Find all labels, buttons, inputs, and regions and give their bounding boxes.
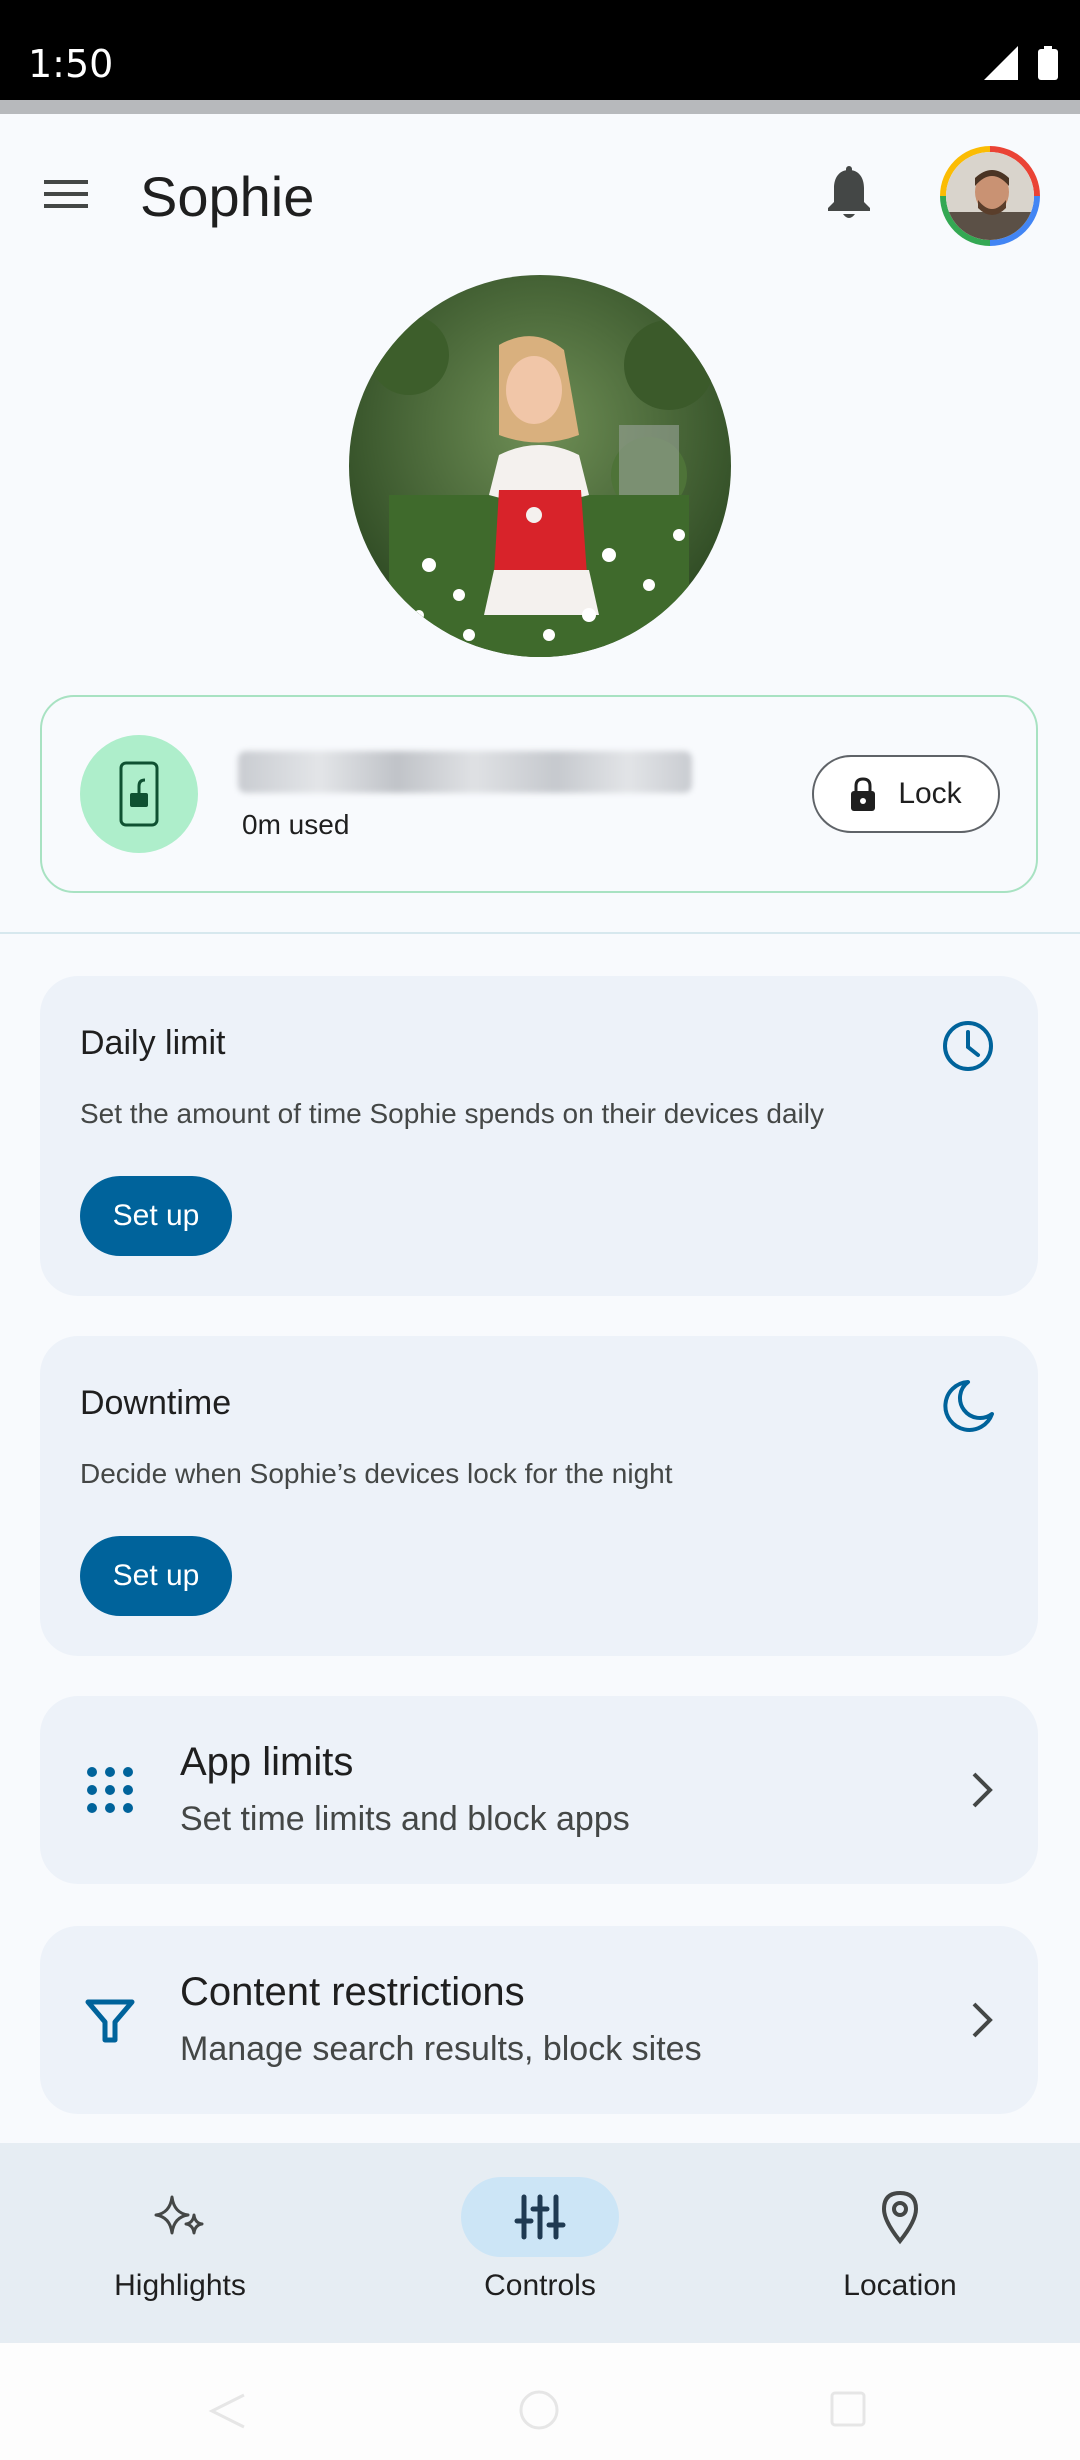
nav-label-highlights: Highlights <box>114 2269 246 2302</box>
app-limits-subtitle: Set time limits and block apps <box>180 1800 630 1838</box>
avatar-photo <box>946 152 1034 240</box>
clock-icon <box>943 1021 993 1071</box>
moon-icon <box>943 1380 994 1432</box>
content-restrictions-title: Content restrictions <box>180 1970 525 2014</box>
lock-button[interactable]: Lock <box>812 755 1000 833</box>
page-title: Sophie <box>140 165 315 228</box>
sliders-icon <box>514 2194 566 2240</box>
status-time: 1:50 <box>28 42 114 86</box>
app-limits-card[interactable]: App limits Set time limits and block app… <box>40 1696 1038 1884</box>
section-divider <box>0 932 1080 934</box>
filter-icon <box>85 1999 135 2043</box>
system-navigation-bar <box>0 2343 1080 2460</box>
downtime-setup-button[interactable]: Set up <box>80 1536 232 1616</box>
menu-icon[interactable] <box>40 174 92 214</box>
bell-icon[interactable] <box>822 164 876 224</box>
nav-tab-controls[interactable]: Controls <box>360 2143 720 2343</box>
phone-unlocked-icon <box>119 761 159 827</box>
content-restrictions-subtitle: Manage search results, block sites <box>180 2030 702 2068</box>
account-avatar[interactable] <box>940 146 1040 246</box>
device-card: 0m used Lock <box>40 695 1038 893</box>
sparkle-icon <box>154 2195 204 2235</box>
nav-tab-location[interactable]: Location <box>720 2143 1080 2343</box>
device-usage-text: 0m used <box>242 809 350 840</box>
nav-tab-highlights[interactable]: Highlights <box>0 2143 360 2343</box>
device-name-redacted <box>238 751 692 793</box>
home-icon[interactable] <box>518 2389 560 2431</box>
battery-icon <box>1038 46 1058 80</box>
signal-icon <box>984 46 1018 80</box>
daily-limit-description: Set the amount of time Sophie spends on … <box>80 1098 824 1129</box>
device-icon <box>80 735 198 853</box>
recents-icon[interactable] <box>828 2389 868 2429</box>
lock-button-label: Lock <box>898 777 962 810</box>
downtime-card: Downtime Decide when Sophie’s devices lo… <box>40 1336 1038 1656</box>
downtime-description: Decide when Sophie’s devices lock for th… <box>80 1458 673 1489</box>
top-divider <box>0 100 1080 114</box>
apps-grid-icon <box>87 1767 133 1813</box>
chevron-right-icon <box>972 2002 993 2038</box>
app-bar: Sophie <box>0 114 1080 279</box>
back-icon[interactable] <box>206 2389 246 2429</box>
child-profile-photo <box>349 275 731 657</box>
nav-label-controls: Controls <box>484 2269 596 2302</box>
lock-icon <box>851 777 876 811</box>
daily-limit-title: Daily limit <box>80 1024 226 1062</box>
status-bar: 1:50 <box>0 0 1080 100</box>
daily-limit-setup-button[interactable]: Set up <box>80 1176 232 1256</box>
downtime-title: Downtime <box>80 1384 232 1422</box>
location-pin-icon <box>881 2190 919 2245</box>
bottom-navigation: Highlights Controls Location <box>0 2143 1080 2343</box>
chevron-right-icon <box>972 1772 993 1808</box>
app-limits-title: App limits <box>180 1740 354 1784</box>
content-restrictions-card[interactable]: Content restrictions Manage search resul… <box>40 1926 1038 2114</box>
nav-label-location: Location <box>843 2269 957 2302</box>
daily-limit-card: Daily limit Set the amount of time Sophi… <box>40 976 1038 1296</box>
status-icons <box>984 46 1058 80</box>
